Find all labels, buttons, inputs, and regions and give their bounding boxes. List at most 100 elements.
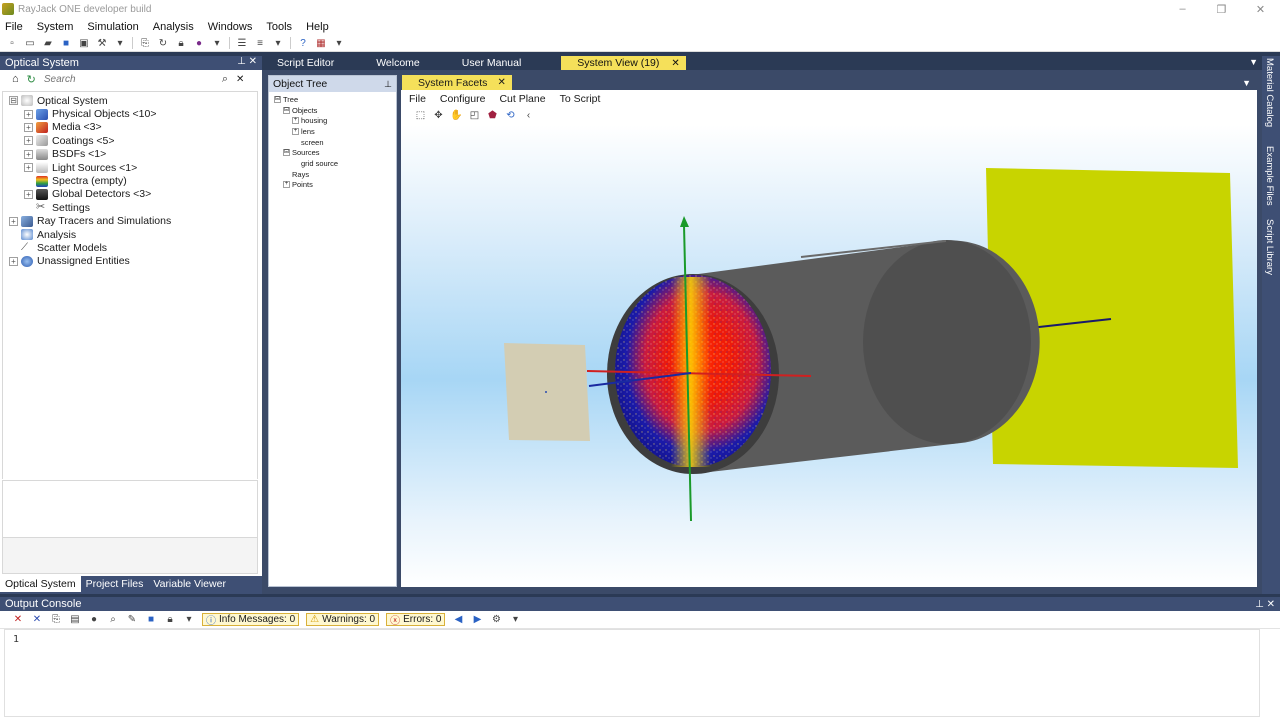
warnings-badge[interactable]: ⚠ Warnings: 0 <box>306 613 380 626</box>
search-input[interactable] <box>43 73 204 85</box>
move-icon[interactable]: ✥ <box>433 110 444 121</box>
tools-icon[interactable]: ⚒ <box>96 37 108 49</box>
reset-view-icon[interactable]: ⟲ <box>505 110 516 121</box>
clear-icon[interactable]: ✕ <box>12 614 24 626</box>
info-messages-badge[interactable]: ⓘ Info Messages: 0 <box>202 613 300 627</box>
save-all-icon[interactable]: ▣ <box>78 37 90 49</box>
menu-analysis[interactable]: Analysis <box>153 21 194 33</box>
collapse-icon[interactable]: ⊟ <box>9 96 18 106</box>
select-icon[interactable]: ⬚ <box>415 110 426 121</box>
console-text-area[interactable]: 1 <box>4 629 1260 717</box>
tree-item-scatter-models[interactable]: ⟋ Scatter Models <box>9 241 257 254</box>
search-icon[interactable]: ⌕ <box>222 73 228 86</box>
save-icon[interactable]: ■ <box>60 37 72 49</box>
object-node-screen[interactable]: screen <box>274 137 396 148</box>
lock-icon[interactable]: 🔒︎ <box>175 37 187 49</box>
errors-badge[interactable]: ⓧ Errors: 0 <box>386 613 446 627</box>
distribute-icon[interactable]: ≡ <box>254 37 266 49</box>
sphere-icon[interactable]: ● <box>193 37 205 49</box>
close-tab-icon[interactable]: ✕ <box>497 77 505 88</box>
rotate-icon[interactable]: ✋ <box>450 110 462 121</box>
object-node-tree[interactable]: ⊟ Tree <box>274 94 396 105</box>
expand-icon[interactable]: + <box>283 181 290 189</box>
expand-icon[interactable]: + <box>24 109 33 119</box>
sf-menu-to-script[interactable]: To Script <box>560 93 601 105</box>
menu-simulation[interactable]: Simulation <box>87 21 138 33</box>
menu-tools[interactable]: Tools <box>266 21 292 33</box>
tree-item-physical-objects[interactable]: + Physical Objects <10> <box>9 107 257 120</box>
menu-system[interactable]: System <box>37 21 74 33</box>
expand-icon[interactable]: + <box>9 216 18 226</box>
render-icon[interactable]: ⬟ <box>487 110 498 121</box>
sf-menu-file[interactable]: File <box>409 93 426 105</box>
dropdown-icon[interactable]: ▾ <box>509 614 521 626</box>
object-node-points[interactable]: + Points <box>274 180 396 191</box>
tab-script-library[interactable]: Script Library <box>1264 219 1275 275</box>
copy-icon[interactable]: ⎘ <box>50 614 62 626</box>
collapse-icon[interactable]: ⊟ <box>283 106 290 114</box>
tab-dropdown-icon[interactable]: ▼ <box>1242 78 1251 88</box>
tree-item-light-sources[interactable]: + Light Sources <1> <box>9 161 257 174</box>
record-icon[interactable]: ● <box>88 614 100 626</box>
minimize-button[interactable]: – <box>1163 0 1202 18</box>
sf-menu-configure[interactable]: Configure <box>440 93 486 105</box>
collapse-icon[interactable]: ⊟ <box>283 149 290 157</box>
zoom-icon[interactable]: ◰ <box>469 110 480 121</box>
help-icon[interactable]: ? <box>297 37 309 49</box>
dropdown-icon[interactable]: ▾ <box>333 37 345 49</box>
expand-icon[interactable]: + <box>292 127 299 135</box>
menu-file[interactable]: File <box>5 21 23 33</box>
menu-help[interactable]: Help <box>306 21 329 33</box>
folder-icon[interactable]: ▰ <box>42 37 54 49</box>
refresh-icon[interactable]: ↻ <box>27 73 36 86</box>
tab-material-catalog[interactable]: Material Catalog <box>1264 58 1275 127</box>
dropdown-icon[interactable]: ▾ <box>211 37 223 49</box>
object-node-lens[interactable]: + lens <box>274 126 396 137</box>
menu-windows[interactable]: Windows <box>208 21 253 33</box>
cut-icon[interactable]: ⎘ <box>139 37 151 49</box>
close-button[interactable]: ✕ <box>1241 0 1280 18</box>
tree-item-global-detectors[interactable]: + Global Detectors <3> <box>9 188 257 201</box>
expand-icon[interactable]: + <box>292 117 299 125</box>
tree-item-unassigned[interactable]: + Unassigned Entities <box>9 255 257 268</box>
tree-item-analysis[interactable]: Analysis <box>9 228 257 241</box>
sf-menu-cut-plane[interactable]: Cut Plane <box>499 93 545 105</box>
tab-variable-viewer[interactable]: Variable Viewer <box>148 576 231 592</box>
panel-pin-close[interactable]: ⊥ ✕ <box>1255 599 1275 610</box>
tab-user-manual[interactable]: User Manual <box>450 56 552 70</box>
expand-icon[interactable]: + <box>24 149 33 159</box>
tree-item-settings[interactable]: ✂ Settings <box>9 201 257 214</box>
3d-viewport[interactable] <box>401 125 1257 587</box>
dropdown-icon[interactable]: ▾ <box>183 614 195 626</box>
tree-item-coatings[interactable]: + Coatings <5> <box>9 134 257 147</box>
restore-button[interactable]: ❐ <box>1202 0 1241 18</box>
tab-script-editor[interactable]: Script Editor <box>262 56 364 70</box>
tree-item-media[interactable]: + Media <3> <box>9 121 257 134</box>
object-node-grid-source[interactable]: grid source <box>274 158 396 169</box>
lock-icon[interactable]: 🔒︎ <box>164 614 176 626</box>
tree-item-optical-system[interactable]: ⊟ Optical System <box>9 94 257 107</box>
collapse-icon[interactable]: ⊟ <box>274 95 281 103</box>
paste-icon[interactable]: ▤ <box>69 614 81 626</box>
tab-welcome[interactable]: Welcome <box>364 56 450 70</box>
object-node-objects[interactable]: ⊟ Objects <box>274 105 396 116</box>
open-icon[interactable]: ▭ <box>24 37 36 49</box>
clear-all-icon[interactable]: ✕ <box>31 614 43 626</box>
align-icon[interactable]: ☰ <box>236 37 248 49</box>
new-file-icon[interactable]: ▫ <box>6 37 18 49</box>
expand-icon[interactable]: + <box>24 122 33 132</box>
tab-dropdown-icon[interactable]: ▼ <box>1249 57 1258 67</box>
expand-icon[interactable]: + <box>24 189 33 199</box>
close-search-icon[interactable]: ✕ <box>236 74 244 85</box>
tree-item-ray-tracers[interactable]: + Ray Tracers and Simulations <box>9 215 257 228</box>
filter-icon[interactable]: ⚙ <box>490 614 502 626</box>
expand-icon[interactable]: + <box>24 163 33 173</box>
dropdown-icon[interactable]: ▾ <box>272 37 284 49</box>
save-icon[interactable]: ■ <box>145 614 157 626</box>
brush-icon[interactable]: ✎ <box>126 614 138 626</box>
prev-icon[interactable]: ◀ <box>452 614 464 626</box>
tab-optical-system[interactable]: Optical System <box>0 576 81 592</box>
object-node-rays[interactable]: Rays <box>274 169 396 180</box>
tab-system-facets[interactable]: System Facets ✕ <box>402 75 512 90</box>
object-node-sources[interactable]: ⊟ Sources <box>274 147 396 158</box>
